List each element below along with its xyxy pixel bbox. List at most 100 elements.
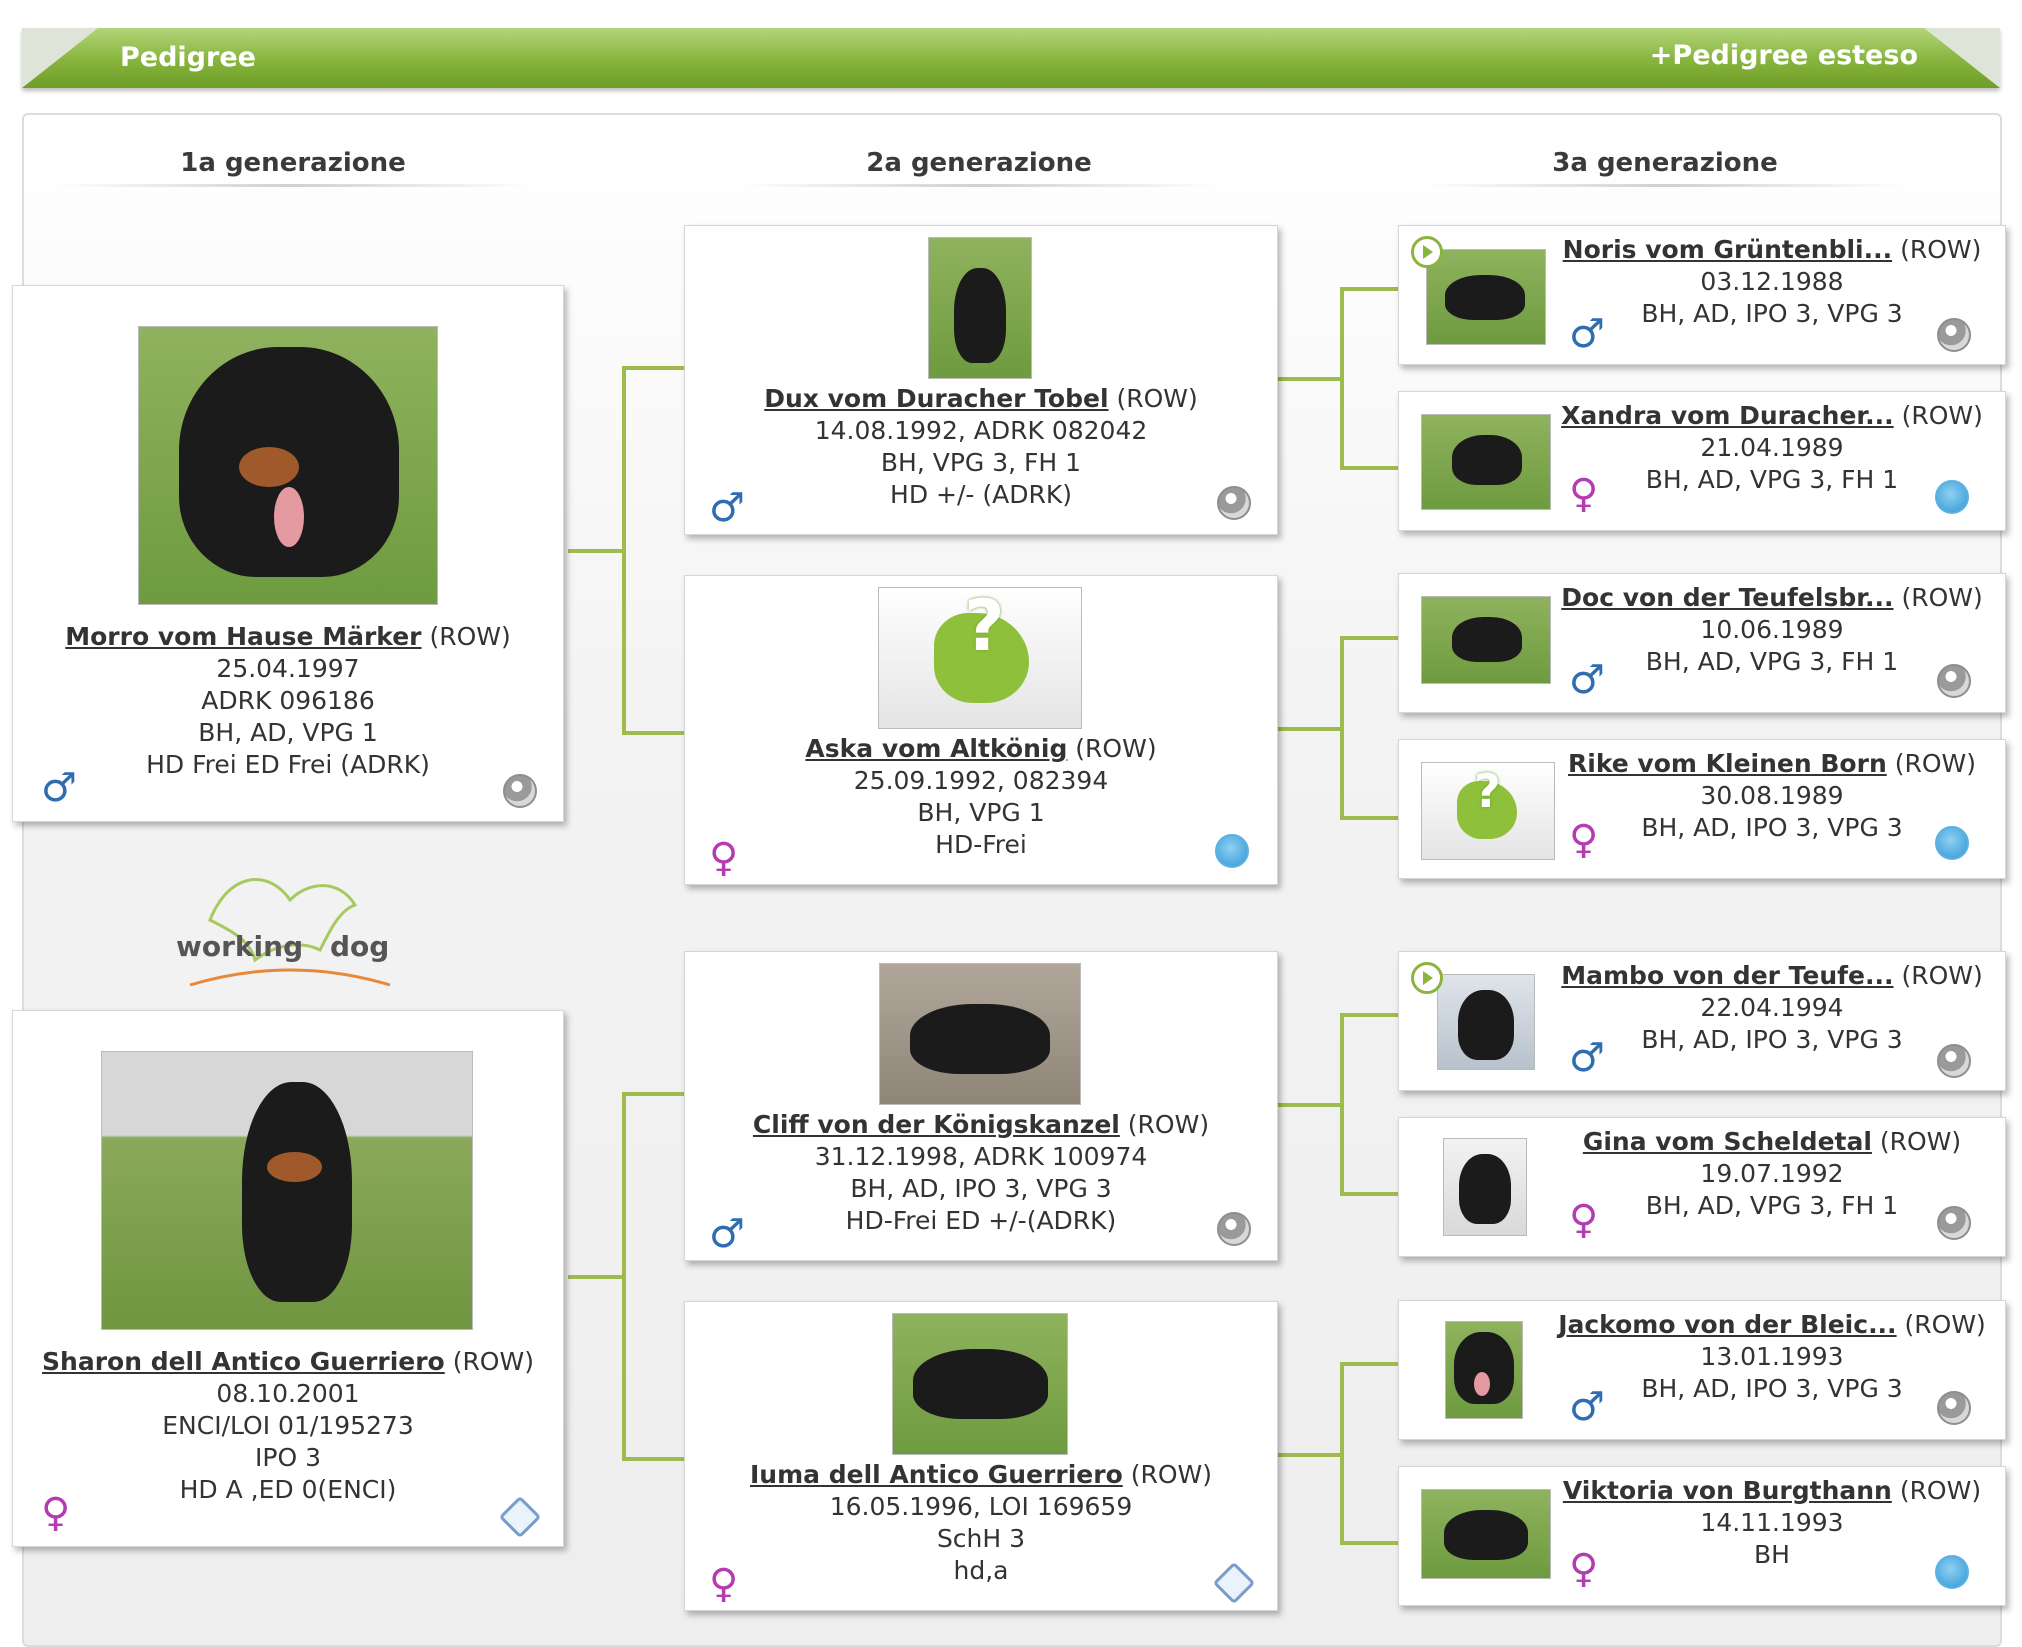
connector	[1278, 377, 1342, 381]
ribbon-fold-right	[1924, 28, 2000, 88]
dog-name-link[interactable]: Noris vom Grüntenbli...	[1563, 235, 1892, 264]
dog-name-link[interactable]: Aska vom Altkönig	[805, 734, 1067, 763]
connector	[1340, 1541, 1398, 1545]
dog-info-line: BH, AD, VPG 1	[198, 718, 378, 747]
gen3-card: Jackomo von der Bleic... (ROW) 13.01.199…	[1398, 1300, 2006, 1440]
male-icon: ♂	[1569, 657, 1605, 703]
dog-photo[interactable]	[1421, 1489, 1551, 1579]
male-icon: ♂	[41, 765, 77, 811]
gen1-divider	[58, 184, 528, 187]
fci-badge-icon[interactable]	[1935, 1555, 1969, 1589]
connector	[1340, 1013, 1344, 1196]
dog-info-line: 13.01.1993	[1700, 1342, 1844, 1371]
dog-photo[interactable]	[101, 1051, 473, 1330]
dog-info-line: 21.04.1989	[1700, 433, 1844, 462]
dog-info-line: 16.05.1996, LOI 169659	[829, 1492, 1133, 1521]
extended-pedigree-link[interactable]: +Pedigree esteso	[1650, 40, 1918, 71]
club-badge-icon[interactable]	[1937, 1391, 1971, 1425]
connector	[622, 366, 684, 370]
dog-info-line: 22.04.1994	[1700, 993, 1844, 1022]
dog-name-link[interactable]: Morro vom Hause Märker	[65, 622, 421, 651]
club-badge-icon[interactable]	[1937, 1044, 1971, 1078]
dog-name-link[interactable]: Mambo von der Teufe...	[1561, 961, 1893, 990]
connector	[1340, 1013, 1398, 1017]
logo-word-dog: dog	[330, 930, 390, 963]
female-icon: ♀	[41, 1490, 71, 1536]
dog-name-link[interactable]: Cliff von der Königskanzel	[753, 1110, 1120, 1139]
connector	[1340, 287, 1398, 291]
dog-name-link[interactable]: Sharon dell Antico Guerriero	[42, 1347, 445, 1376]
unknown-dog-photo[interactable]: ?	[1421, 762, 1555, 860]
gen3-divider	[1430, 184, 1900, 187]
connector	[1340, 816, 1398, 820]
dog-name-link[interactable]: Rike vom Kleinen Born	[1568, 749, 1887, 778]
gen3-card: Mambo von der Teufe... (ROW) 22.04.1994 …	[1398, 951, 2006, 1091]
breed-code: (ROW)	[452, 1347, 534, 1376]
breed-code: (ROW)	[1127, 1110, 1210, 1139]
dog-info-line: BH, VPG 3, FH 1	[880, 448, 1082, 477]
dog-photo[interactable]	[1445, 1321, 1523, 1419]
gen1-heading: 1a generazione	[180, 148, 406, 178]
dog-name-link[interactable]: Xandra vom Duracher...	[1561, 401, 1894, 430]
dog-name-link[interactable]: Iuma dell Antico Guerriero	[750, 1460, 1123, 1489]
club-badge-icon[interactable]	[1937, 318, 1971, 352]
pedigree-title: Pedigree	[120, 42, 256, 73]
fci-badge-icon[interactable]	[1935, 826, 1969, 860]
logo-word-working: working	[176, 930, 304, 963]
fci-badge-icon[interactable]	[1215, 834, 1249, 868]
dog-info-line: BH, AD, VPG 3, FH 1	[1645, 465, 1899, 494]
dog-info-line: hd,a	[953, 1556, 1009, 1585]
dog-name-link[interactable]: Viktoria von Burgthann	[1563, 1476, 1892, 1505]
breed-code: (ROW)	[1879, 1127, 1962, 1156]
gen3-card: Doc von der Teufelsbr... (ROW) 10.06.198…	[1398, 573, 2006, 713]
dog-info-line: HD +/- (ADRK)	[890, 480, 1072, 509]
club-badge-icon[interactable]	[1217, 486, 1251, 520]
male-icon: ♂	[709, 485, 745, 531]
fci-badge-icon[interactable]	[1935, 480, 1969, 514]
connector	[622, 1457, 684, 1461]
unknown-dog-photo[interactable]: ?	[878, 587, 1082, 729]
connector	[1340, 1362, 1398, 1366]
dog-photo[interactable]	[892, 1313, 1068, 1455]
dog-info-line: 31.12.1998, ADRK 100974	[814, 1142, 1148, 1171]
club-badge-icon[interactable]	[1937, 1206, 1971, 1240]
dog-info-line: 19.07.1992	[1700, 1159, 1844, 1188]
club-badge-icon[interactable]	[1937, 664, 1971, 698]
ribbon-fold-left	[22, 28, 98, 88]
dog-info-line: BH, AD, IPO 3, VPG 3	[850, 1174, 1112, 1203]
gen2-card: Dux vom Duracher Tobel (ROW) 14.08.1992,…	[684, 225, 1278, 535]
breed-code: (ROW)	[1130, 1460, 1212, 1489]
female-icon: ♀	[1569, 817, 1599, 863]
dog-info-line: BH	[1754, 1540, 1790, 1569]
dog-info-line: BH, VPG 1	[917, 798, 1045, 827]
club-badge-icon[interactable]	[1217, 1212, 1251, 1246]
connector	[1340, 1362, 1344, 1545]
working-dog-logo: working dog	[176, 850, 400, 990]
dog-photo[interactable]	[1426, 249, 1546, 345]
breed-code: (ROW)	[1901, 961, 1983, 990]
connector	[1340, 636, 1344, 820]
video-play-icon[interactable]	[1411, 962, 1443, 994]
dog-info-line: BH, AD, IPO 3, VPG 3	[1641, 1374, 1903, 1403]
female-icon: ♀	[709, 835, 739, 881]
gen1-card-sire: Morro vom Hause Märker (ROW) 25.04.1997 …	[12, 285, 564, 822]
connector	[1278, 1453, 1342, 1457]
dog-name-link[interactable]: Gina vom Scheldetal	[1583, 1127, 1872, 1156]
dog-name-link[interactable]: Doc von der Teufelsbr...	[1561, 583, 1893, 612]
dog-name-link[interactable]: Dux vom Duracher Tobel	[764, 384, 1108, 413]
breed-code: (ROW)	[1075, 734, 1157, 763]
club-badge-icon[interactable]	[503, 774, 537, 808]
connector	[622, 731, 684, 735]
dog-photo[interactable]	[138, 326, 438, 605]
dog-photo[interactable]	[1443, 1138, 1527, 1236]
dog-photo[interactable]	[928, 237, 1032, 379]
dog-photo[interactable]	[1421, 596, 1551, 684]
dog-info-line: HD Frei ED Frei (ADRK)	[146, 750, 430, 779]
dog-photo[interactable]	[1437, 974, 1535, 1070]
dog-name-link[interactable]: Jackomo von der Bleic...	[1558, 1310, 1896, 1339]
female-icon: ♀	[1569, 1546, 1599, 1592]
dog-info-line: 25.04.1997	[216, 654, 360, 683]
video-play-icon[interactable]	[1411, 236, 1443, 268]
dog-photo[interactable]	[1421, 414, 1551, 510]
dog-photo[interactable]	[879, 963, 1081, 1105]
